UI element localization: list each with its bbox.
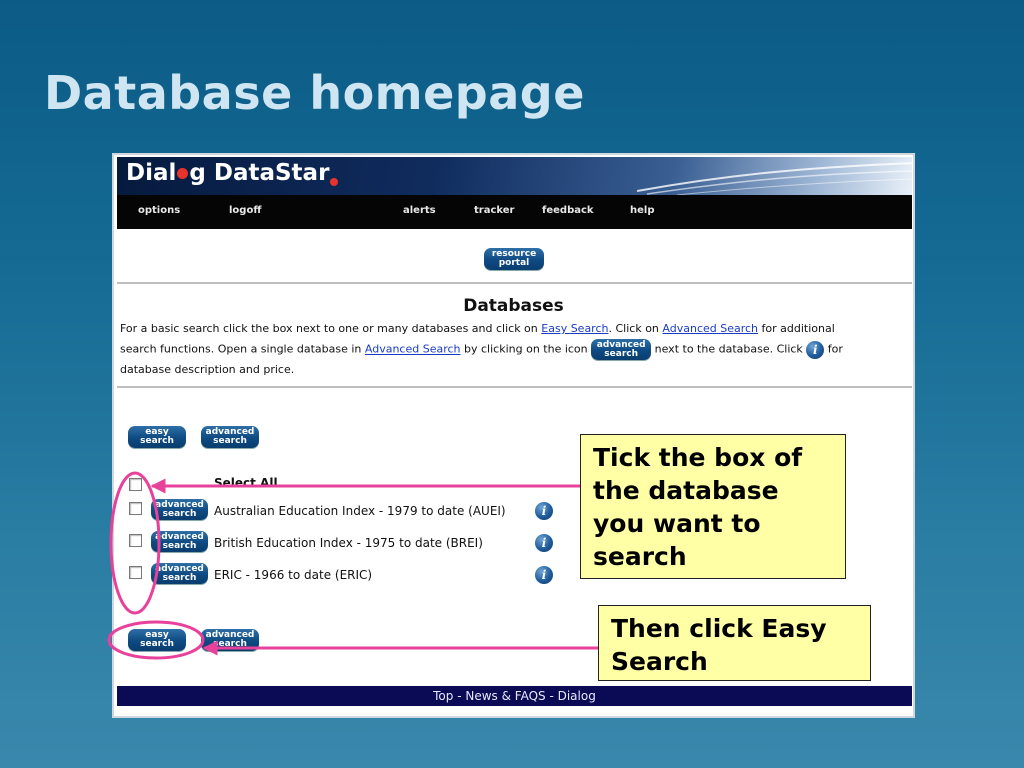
nav-help[interactable]: help <box>630 205 655 216</box>
advanced-search-auei-button[interactable]: advanced search <box>151 499 208 520</box>
nav-options[interactable]: options <box>138 205 180 216</box>
databases-heading: Databases <box>463 296 564 316</box>
divider <box>117 386 912 388</box>
resource-portal-button[interactable]: resource portal <box>484 248 544 270</box>
instructions-line-3: database description and price. <box>120 363 295 376</box>
nav-bar: options logoff alerts tracker feedback h… <box>117 195 912 229</box>
info-icon-auei[interactable]: i <box>535 502 553 520</box>
advanced-search-button-bottom[interactable]: advanced search <box>201 629 259 651</box>
instructions-line-1: For a basic search click the box next to… <box>120 322 835 335</box>
callout-tick-box: Tick the box of the database you want to… <box>580 434 846 579</box>
banner-swoosh-icon <box>637 162 912 195</box>
nav-logoff[interactable]: logoff <box>229 205 261 216</box>
checkbox-auei[interactable] <box>129 502 142 515</box>
footer-dialog-link[interactable]: Dialog <box>558 689 596 703</box>
nav-alerts[interactable]: alerts <box>403 205 436 216</box>
select-all-label: Select All <box>214 476 278 490</box>
footer-bar: Top - News & FAQS - Dialog <box>117 686 912 706</box>
checkbox-brei[interactable] <box>129 534 142 547</box>
info-icon-eric[interactable]: i <box>535 566 553 584</box>
easy-search-button-bottom[interactable]: easy search <box>128 629 186 651</box>
callout-click-easy-search: Then click Easy Search <box>598 605 871 681</box>
advanced-search-button-top[interactable]: advanced search <box>201 426 259 448</box>
advanced-search-eric-button[interactable]: advanced search <box>151 563 208 584</box>
instructions-line-2: search functions. Open a single database… <box>120 339 843 360</box>
footer-news-link[interactable]: News & FAQS <box>465 689 545 703</box>
datastar-banner: Dial g DataStar <box>117 157 912 195</box>
advanced-search-link-2[interactable]: Advanced Search <box>365 343 461 356</box>
nav-feedback[interactable]: feedback <box>542 205 594 216</box>
nav-tracker[interactable]: tracker <box>474 205 514 216</box>
checkbox-eric[interactable] <box>129 566 142 579</box>
advanced-search-icon-example: advanced search <box>591 339 652 360</box>
select-all-checkbox[interactable] <box>129 478 142 491</box>
advanced-search-brei-button[interactable]: advanced search <box>151 531 208 552</box>
easy-search-button-top[interactable]: easy search <box>128 426 186 448</box>
divider <box>117 282 912 284</box>
info-icon-brei[interactable]: i <box>535 534 553 552</box>
logo-dot-icon <box>177 168 189 179</box>
info-icon-example: i <box>806 340 825 359</box>
advanced-search-link[interactable]: Advanced Search <box>662 322 758 335</box>
logo-dot-icon <box>330 178 339 186</box>
footer-top-link[interactable]: Top <box>433 689 453 703</box>
easy-search-link[interactable]: Easy Search <box>541 322 608 335</box>
dialog-datastar-logo: Dial g DataStar <box>126 160 339 186</box>
database-label-auei: Australian Education Index - 1979 to dat… <box>214 504 506 518</box>
database-label-eric: ERIC - 1966 to date (ERIC) <box>214 568 373 582</box>
slide-title: Database homepage <box>44 66 585 120</box>
database-label-brei: British Education Index - 1975 to date (… <box>214 536 483 550</box>
